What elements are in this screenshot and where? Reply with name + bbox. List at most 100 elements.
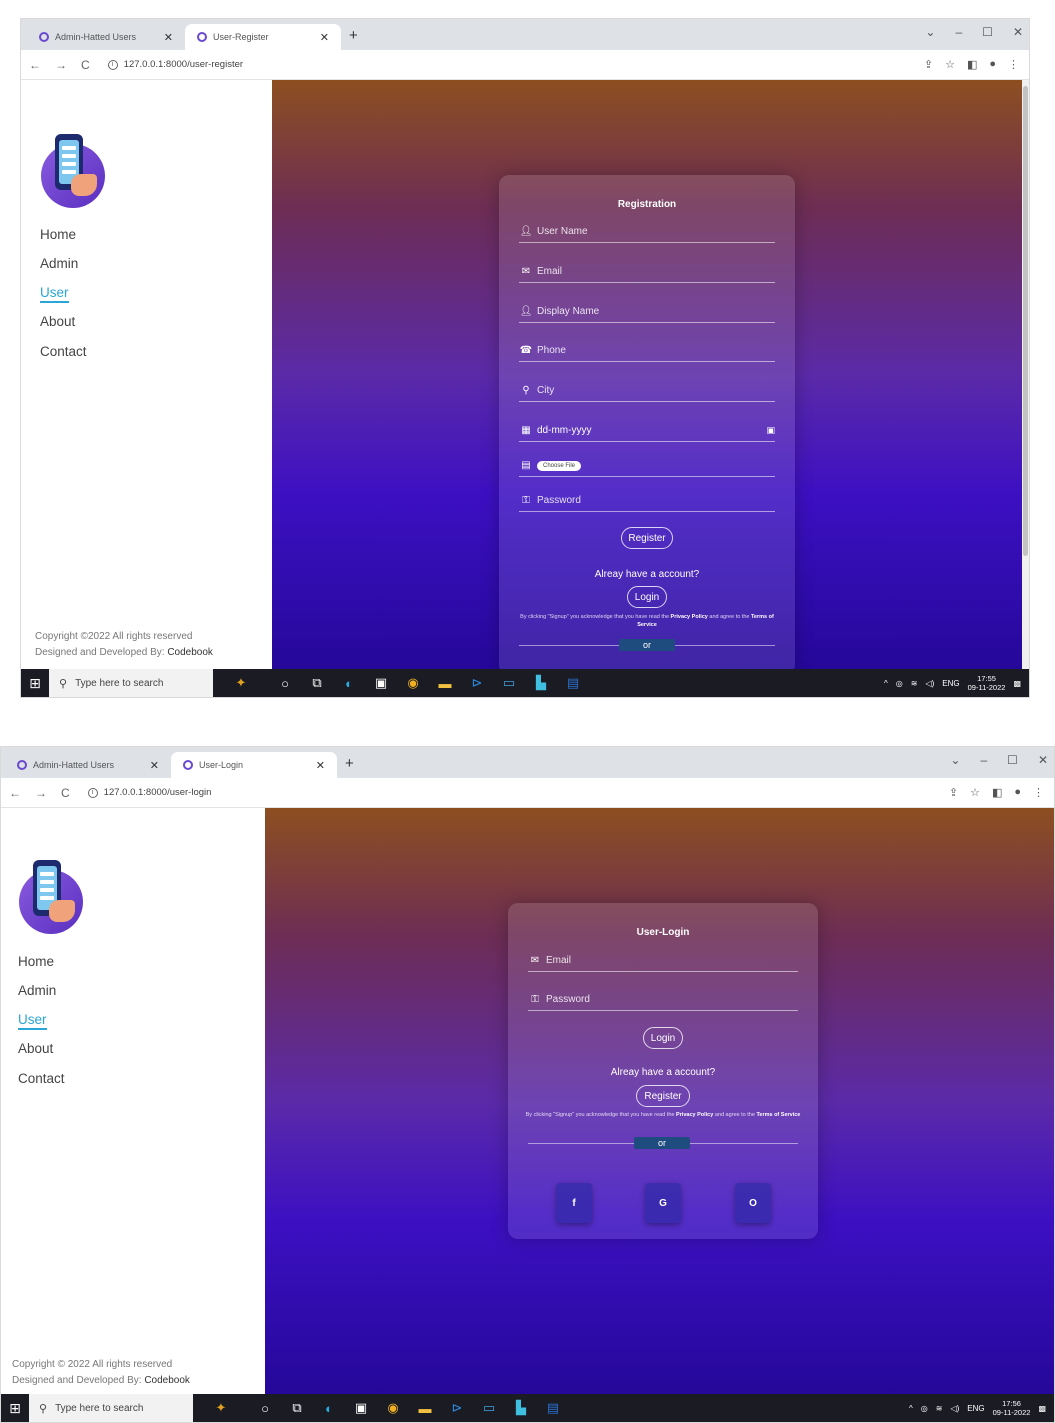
username-field[interactable]: 👤︎ User Name (519, 221, 775, 243)
wifi-icon[interactable]: ≋ (936, 1404, 943, 1413)
nav-about[interactable]: About (40, 314, 75, 329)
volume-icon[interactable]: ◁) (925, 679, 934, 688)
privacy-policy-link[interactable]: Privacy Policy (671, 614, 708, 620)
store-icon[interactable]: ▣ (365, 669, 397, 697)
nav-contact[interactable]: Contact (18, 1071, 65, 1086)
nav-about[interactable]: About (18, 1041, 53, 1056)
phone-field[interactable]: ☎ Phone (519, 340, 775, 362)
sidepanel-icon[interactable]: ◧ (992, 786, 1002, 799)
minimize-icon[interactable]: – (955, 25, 962, 39)
profile-icon[interactable]: ● (1014, 786, 1021, 799)
register-button[interactable]: Register (621, 527, 673, 549)
share-icon[interactable]: ⇪ (924, 58, 933, 71)
scrollbar[interactable] (1022, 80, 1029, 669)
taskbar-search[interactable]: ⚲ Type here to search (49, 669, 213, 697)
login-button[interactable]: Login (643, 1027, 683, 1049)
wifi-icon[interactable]: ≋ (911, 679, 918, 688)
cortana-icon[interactable]: ○ (249, 1394, 281, 1422)
search-highlight-icon[interactable]: ✦ (193, 1394, 249, 1422)
chevron-up-icon[interactable]: ^ (884, 679, 888, 688)
password-field[interactable]: ⚿ Password (519, 490, 775, 512)
reload-icon[interactable]: C (61, 786, 70, 800)
close-icon[interactable]: ✕ (164, 31, 173, 44)
clock[interactable]: 17:55 09-11-2022 (968, 674, 1006, 692)
password-field[interactable]: ⚿ Password (528, 989, 798, 1011)
app-icon-2[interactable]: ▙ (505, 1394, 537, 1422)
edge-icon[interactable]: ◐ (313, 1394, 345, 1422)
app-icon[interactable]: ▭ (473, 1394, 505, 1422)
new-tab-icon[interactable]: + (349, 27, 358, 44)
back-icon[interactable]: ← (29, 58, 41, 72)
chevron-down-icon[interactable]: ⌄ (925, 25, 935, 39)
date-field[interactable]: ▦ dd-mm-yyyy ▣ (519, 420, 775, 442)
display-name-field[interactable]: 👤︎ Display Name (519, 301, 775, 323)
nav-home[interactable]: Home (40, 227, 76, 242)
word-icon[interactable]: ▤ (557, 669, 589, 697)
tab-admin-users[interactable]: Admin-Hatted Users ✕ (5, 752, 171, 778)
notification-icon[interactable]: ▩ (1013, 679, 1021, 688)
volume-icon[interactable]: ◁) (950, 1404, 959, 1413)
scrollbar-thumb[interactable] (1023, 86, 1028, 556)
network-icon[interactable]: ◎ (896, 679, 903, 688)
menu-icon[interactable]: ⋮ (1033, 786, 1044, 799)
task-view-icon[interactable]: ⧉ (301, 669, 333, 697)
register-button[interactable]: Register (636, 1085, 690, 1107)
chevron-down-icon[interactable]: ⌄ (950, 753, 960, 767)
email-field[interactable]: ✉ Email (528, 950, 798, 972)
app-icon[interactable]: ▭ (493, 669, 525, 697)
star-icon[interactable]: ☆ (970, 786, 980, 799)
back-icon[interactable]: ← (9, 786, 21, 800)
forward-icon[interactable]: → (35, 786, 47, 800)
cortana-icon[interactable]: ○ (269, 669, 301, 697)
task-view-icon[interactable]: ⧉ (281, 1394, 313, 1422)
close-window-icon[interactable]: ✕ (1013, 25, 1023, 39)
info-icon[interactable]: i (107, 59, 118, 70)
close-icon[interactable]: ✕ (316, 759, 325, 772)
notification-icon[interactable]: ▩ (1038, 1404, 1046, 1413)
nav-home[interactable]: Home (18, 954, 54, 969)
chrome-icon[interactable]: ◉ (397, 669, 429, 697)
date-picker-icon[interactable]: ▣ (766, 425, 775, 436)
maximize-icon[interactable]: ☐ (1007, 753, 1018, 767)
menu-icon[interactable]: ⋮ (1008, 58, 1019, 71)
store-icon[interactable]: ▣ (345, 1394, 377, 1422)
choose-file-button[interactable]: Choose File (537, 460, 582, 471)
file-field[interactable]: ▤ Choose File (519, 455, 775, 477)
windows-start-icon[interactable]: ⊞ (21, 675, 49, 692)
tab-user-login[interactable]: User-Login ✕ (171, 752, 337, 778)
nav-user[interactable]: User (18, 1012, 47, 1030)
vscode-icon[interactable]: ⊳ (441, 1394, 473, 1422)
login-button[interactable]: Login (627, 586, 667, 608)
email-field[interactable]: ✉ Email (519, 261, 775, 283)
nav-user[interactable]: User (40, 285, 69, 303)
github-button[interactable]: O (735, 1183, 771, 1223)
profile-icon[interactable]: ● (989, 58, 996, 71)
minimize-icon[interactable]: – (980, 753, 987, 767)
chevron-up-icon[interactable]: ^ (909, 1404, 913, 1413)
facebook-button[interactable]: f (556, 1183, 592, 1223)
close-icon[interactable]: ✕ (320, 31, 329, 44)
chrome-icon[interactable]: ◉ (377, 1394, 409, 1422)
nav-admin[interactable]: Admin (18, 983, 56, 998)
url-field[interactable]: i 127.0.0.1:8000/user-register (107, 59, 243, 70)
file-explorer-icon[interactable]: ▬ (409, 1394, 441, 1422)
network-icon[interactable]: ◎ (921, 1404, 928, 1413)
file-explorer-icon[interactable]: ▬ (429, 669, 461, 697)
nav-admin[interactable]: Admin (40, 256, 78, 271)
forward-icon[interactable]: → (55, 58, 67, 72)
app-icon-2[interactable]: ▙ (525, 669, 557, 697)
city-field[interactable]: ⚲ City (519, 380, 775, 402)
search-highlight-icon[interactable]: ✦ (213, 669, 269, 697)
tab-user-register[interactable]: User-Register ✕ (185, 24, 341, 50)
language-indicator[interactable]: ENG (967, 1404, 984, 1413)
new-tab-icon[interactable]: + (345, 755, 354, 772)
google-button[interactable]: G (645, 1183, 681, 1223)
vscode-icon[interactable]: ⊳ (461, 669, 493, 697)
windows-start-icon[interactable]: ⊞ (1, 1400, 29, 1417)
nav-contact[interactable]: Contact (40, 344, 87, 359)
word-icon[interactable]: ▤ (537, 1394, 569, 1422)
sidepanel-icon[interactable]: ◧ (967, 58, 977, 71)
maximize-icon[interactable]: ☐ (982, 25, 993, 39)
star-icon[interactable]: ☆ (945, 58, 955, 71)
close-window-icon[interactable]: ✕ (1038, 753, 1048, 767)
